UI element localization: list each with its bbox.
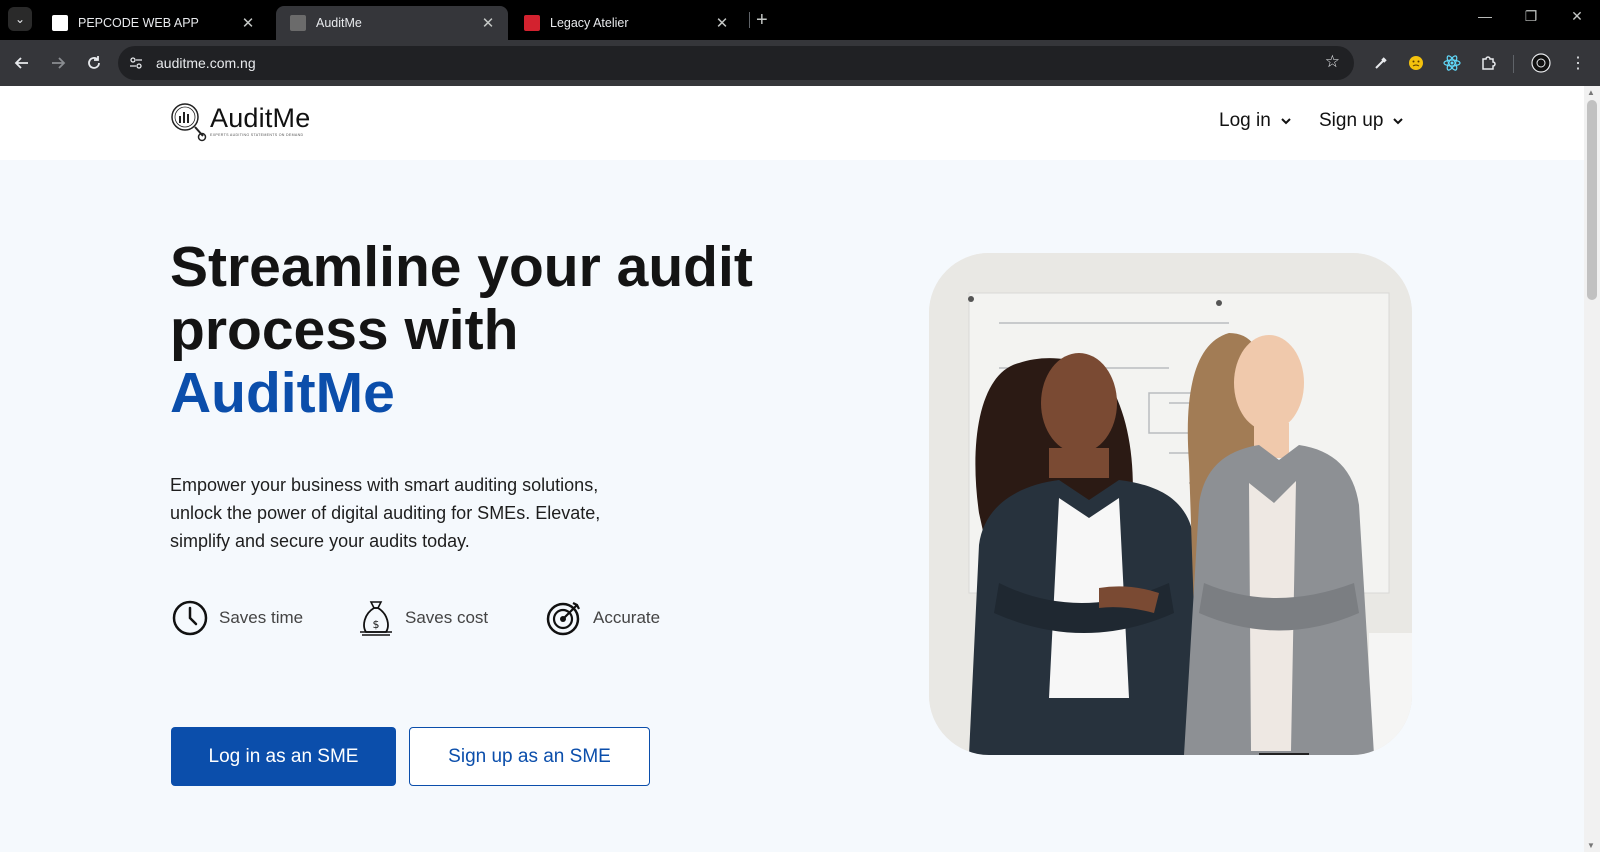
scroll-down-arrow-icon[interactable]: ▼ <box>1587 841 1595 850</box>
close-tab-icon[interactable]: ✕ <box>238 14 258 32</box>
tab-title: AuditMe <box>316 16 362 30</box>
chevron-down-icon <box>1393 118 1404 125</box>
auditme-favicon-icon <box>290 15 306 31</box>
page-scrollbar[interactable]: ▲ ▼ <box>1584 86 1600 852</box>
close-window-button[interactable]: ✕ <box>1554 8 1600 25</box>
restore-button[interactable]: ❐ <box>1508 8 1554 25</box>
back-button[interactable] <box>10 51 34 75</box>
url-text[interactable]: auditme.com.ng <box>156 55 256 71</box>
browser-menu-button[interactable]: ⋮ <box>1567 52 1589 74</box>
emoji-extension-icon[interactable] <box>1405 52 1427 74</box>
clock-icon <box>171 598 209 638</box>
tab-pepcode[interactable]: PEPCODE WEB APP ✕ <box>38 6 268 40</box>
extensions-puzzle-icon[interactable] <box>1477 52 1499 74</box>
tab-strip: ⌄ PEPCODE WEB APP ✕ AuditMe ✕ Legacy Ate… <box>0 0 1600 40</box>
reload-icon <box>88 56 100 69</box>
hero-description: Empower your business with smart auditin… <box>170 475 601 551</box>
restore-icon: ❐ <box>1524 8 1538 24</box>
browser-toolbar: auditme.com.ng ☆ ⋮ <box>0 40 1600 86</box>
plus-icon: + <box>756 9 768 31</box>
site-header: AuditMe EXPERTS AUDITING STATEMENTS ON D… <box>0 86 1584 160</box>
bookmark-star-icon[interactable]: ☆ <box>1325 52 1340 72</box>
tab-separator <box>749 12 750 28</box>
kebab-menu-icon: ⋮ <box>1570 55 1586 72</box>
scrollbar-thumb[interactable] <box>1587 100 1597 300</box>
hero-title-line2: process with <box>170 298 519 362</box>
nav-login-dropdown[interactable]: Log in <box>1219 110 1291 132</box>
close-tab-icon[interactable]: ✕ <box>478 14 498 32</box>
feature-accurate: Accurate <box>545 598 660 638</box>
profile-avatar[interactable] <box>1530 52 1552 74</box>
feature-saves-time: Saves time <box>171 598 303 638</box>
tab-search-button[interactable]: ⌄ <box>8 7 32 31</box>
feature-label: Saves cost <box>405 608 489 627</box>
nav-signup-label: Sign up <box>1319 110 1384 131</box>
new-tab-button[interactable]: + <box>756 9 768 32</box>
address-bar[interactable]: auditme.com.ng ☆ <box>118 46 1354 80</box>
hero-title-line1: Streamline your audit <box>170 235 753 299</box>
react-devtools-icon[interactable] <box>1441 52 1463 74</box>
magnifier-chart-logo-icon <box>171 103 207 142</box>
hero-image <box>929 253 1412 755</box>
logo-tagline: EXPERTS AUDITING STATEMENTS ON DEMAND <box>210 133 304 137</box>
tab-title: PEPCODE WEB APP <box>78 16 199 30</box>
signup-as-sme-button[interactable]: Sign up as an SME <box>409 727 650 786</box>
svg-text:$: $ <box>373 618 380 631</box>
close-tab-icon[interactable]: ✕ <box>712 14 732 32</box>
close-icon: ✕ <box>1571 8 1583 24</box>
minimize-button[interactable]: — <box>1462 8 1508 24</box>
hero-title-accent: AuditMe <box>170 361 395 425</box>
feature-label: Saves time <box>219 608 304 627</box>
hero-title: Streamline your audit process with Audit… <box>170 236 810 425</box>
businesswomen-photo <box>929 253 1412 755</box>
tab-auditme[interactable]: AuditMe ✕ <box>276 6 508 40</box>
minimize-icon: — <box>1478 8 1492 24</box>
site-logo[interactable]: AuditMe EXPERTS AUDITING STATEMENTS ON D… <box>170 100 320 144</box>
legacy-favicon-icon <box>524 15 540 31</box>
target-icon <box>545 598 583 638</box>
tab-legacy-atelier[interactable]: Legacy Atelier ✕ <box>510 6 742 40</box>
page-viewport: AuditMe EXPERTS AUDITING STATEMENTS ON D… <box>0 86 1584 852</box>
chevron-down-icon: ⌄ <box>14 12 26 26</box>
eyedropper-extension-icon[interactable] <box>1370 52 1392 74</box>
site-info-icon[interactable] <box>126 53 146 73</box>
feature-label: Accurate <box>593 608 661 627</box>
tab-title: Legacy Atelier <box>550 16 629 30</box>
login-as-sme-button[interactable]: Log in as an SME <box>171 727 396 786</box>
arrow-right-icon <box>52 57 66 69</box>
reload-button[interactable] <box>82 51 106 75</box>
toolbar-divider <box>1513 55 1514 73</box>
feature-saves-cost: $ Saves cost <box>357 598 488 638</box>
chevron-down-icon <box>1281 118 1291 125</box>
nav-login-label: Log in <box>1219 110 1271 131</box>
money-bag-icon: $ <box>357 598 395 638</box>
logo-wordmark: AuditMe <box>210 103 311 133</box>
arrow-left-icon <box>14 57 28 69</box>
forward-button[interactable] <box>46 51 70 75</box>
nav-signup-dropdown[interactable]: Sign up <box>1319 110 1404 132</box>
page-favicon-icon <box>52 15 68 31</box>
scroll-up-arrow-icon[interactable]: ▲ <box>1587 88 1595 97</box>
